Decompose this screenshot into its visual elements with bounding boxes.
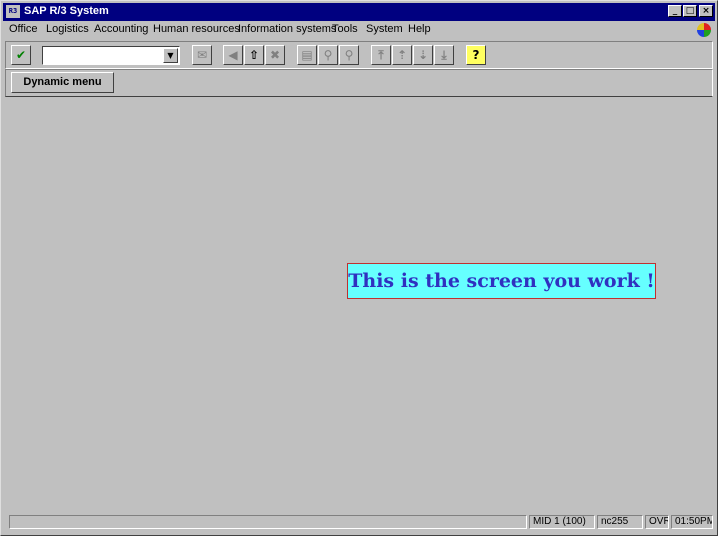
menu-system[interactable]: System: [366, 23, 403, 35]
help-question-icon[interactable]: ?: [466, 45, 486, 65]
menu-logistics[interactable]: Logistics: [46, 23, 89, 35]
last-page-icon[interactable]: ⤓: [434, 45, 454, 65]
standard-toolbar: ✔ ▼ ✉ ◀ ⇧ ✖ ▤ ⚲ ⚲ ⤒ ⇡ ⇣ ⤓ ?: [5, 41, 713, 69]
menu-office[interactable]: Office: [9, 23, 38, 35]
menu-human-resources[interactable]: Human resources: [153, 23, 240, 35]
print-icon[interactable]: ▤: [297, 45, 317, 65]
status-time: 01:50PM: [671, 515, 713, 529]
command-field[interactable]: ▼: [42, 46, 180, 65]
command-input[interactable]: [44, 48, 166, 63]
sap-logo-icon: [697, 23, 711, 37]
close-button[interactable]: ×: [699, 5, 713, 17]
enter-check-icon[interactable]: ✔: [11, 45, 31, 65]
find-next-icon[interactable]: ⚲: [339, 45, 359, 65]
menu-bar: Office Logistics Accounting Human resour…: [3, 21, 715, 39]
window-title: SAP R/3 System: [24, 5, 109, 17]
exit-up-icon[interactable]: ⇧: [244, 45, 264, 65]
menu-tools[interactable]: Tools: [332, 23, 358, 35]
chevron-down-icon[interactable]: ▼: [163, 48, 178, 63]
cancel-x-icon[interactable]: ✖: [265, 45, 285, 65]
previous-page-icon[interactable]: ⇡: [392, 45, 412, 65]
menu-information-systems[interactable]: Information systems: [238, 23, 336, 35]
status-system: MID 1 (100): [529, 515, 595, 529]
sap-system-icon[interactable]: R3: [6, 5, 20, 18]
title-bar[interactable]: R3 SAP R/3 System _ □ ×: [3, 3, 715, 21]
maximize-button[interactable]: □: [683, 5, 697, 17]
status-server: nc255: [597, 515, 643, 529]
menu-accounting[interactable]: Accounting: [94, 23, 148, 35]
back-arrow-icon[interactable]: ◀: [223, 45, 243, 65]
save-icon[interactable]: ✉: [192, 45, 212, 65]
application-toolbar: Dynamic menu: [5, 69, 713, 97]
menu-help[interactable]: Help: [408, 23, 431, 35]
status-bar: MID 1 (100) nc255 OVR 01:50PM: [5, 513, 715, 531]
find-icon[interactable]: ⚲: [318, 45, 338, 65]
work-area: [5, 97, 713, 511]
sap-window: R3 SAP R/3 System _ □ × Office Logistics…: [0, 0, 718, 536]
status-mode: OVR: [645, 515, 669, 529]
first-page-icon[interactable]: ⤒: [371, 45, 391, 65]
status-message-field: [9, 515, 527, 529]
next-page-icon[interactable]: ⇣: [413, 45, 433, 65]
minimize-button[interactable]: _: [668, 5, 682, 17]
dynamic-menu-button[interactable]: Dynamic menu: [11, 72, 114, 93]
callout-annotation: This is the screen you work !: [347, 263, 656, 299]
